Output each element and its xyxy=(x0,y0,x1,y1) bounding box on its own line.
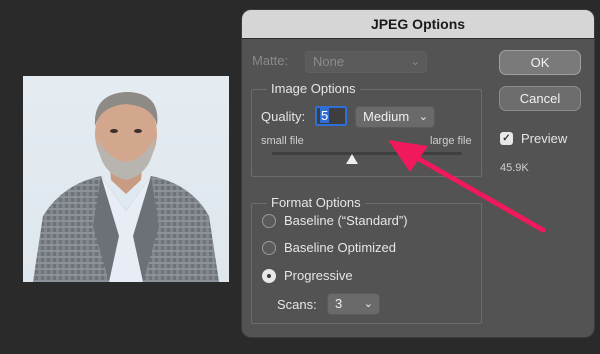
arrow-head xyxy=(388,140,428,172)
arrow-shaft xyxy=(409,152,546,233)
annotation-arrow xyxy=(388,140,546,233)
